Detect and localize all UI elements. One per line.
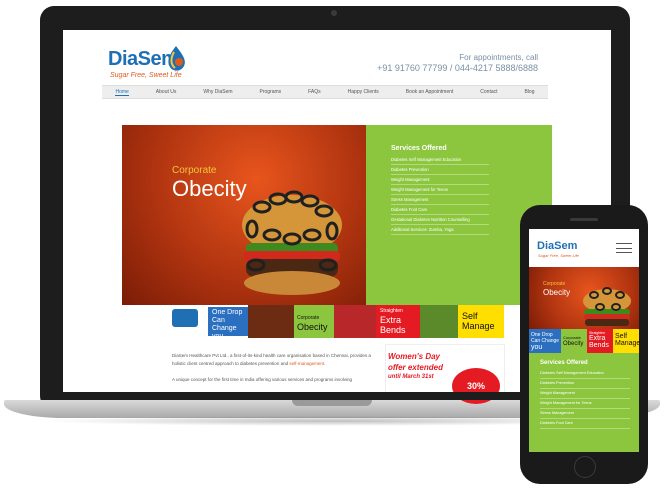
- nav-programs[interactable]: Programs: [260, 89, 282, 95]
- phone-service-item[interactable]: Diabetes Prevention: [540, 379, 630, 389]
- strip-person-image[interactable]: [334, 305, 376, 338]
- promo-line2: offer extended: [388, 363, 443, 372]
- strip-self-manage[interactable]: Self Manage: [458, 305, 504, 338]
- phone-services-list: Diabetes Self Management Education Diabe…: [540, 369, 630, 429]
- phone-speaker: [570, 218, 598, 221]
- main-nav: Home About Us Why DiaSem Programs FAQs H…: [102, 85, 548, 99]
- service-item[interactable]: Stress Management: [391, 195, 489, 205]
- appointment-phone[interactable]: +91 91760 77799 / 044-4217 5888/6888: [300, 63, 538, 73]
- phone-strip-self-manage-text: Self Manage: [615, 333, 640, 347]
- service-item[interactable]: Diabetes Self Management Education: [391, 155, 489, 165]
- strip-plant-image[interactable]: [420, 305, 458, 338]
- strip-corporate-line1: Corporate: [297, 315, 320, 321]
- nav-happy-clients[interactable]: Happy Clients: [348, 89, 379, 95]
- nav-faqs[interactable]: FAQs: [308, 89, 321, 95]
- intro-text: DiaSem Healthcare Pvt Ltd., a first-of-i…: [172, 352, 372, 384]
- phone-strip-extra-bends-line3: Bends: [589, 342, 609, 349]
- service-item[interactable]: Weight Management for Teens: [391, 185, 489, 195]
- strip-one-drop-text: One Drop Can Change you: [212, 309, 248, 341]
- phone-strip-self-manage[interactable]: Self Manage: [613, 329, 640, 353]
- phone-strip-corporate[interactable]: Corporate Obecity: [561, 329, 587, 353]
- phone-strip-self-manage-line1: Self: [615, 333, 628, 340]
- strip-corporate-text: Corporate Obecity: [297, 314, 328, 332]
- promo-line1: Women's Day: [388, 352, 440, 361]
- strip-corporate[interactable]: Corporate Obecity: [294, 305, 334, 338]
- phone-service-item[interactable]: Stress Management: [540, 409, 630, 419]
- laptop-notch: [292, 400, 372, 406]
- phone-strip-one-drop-line3: you: [531, 344, 543, 351]
- strip-extra-bends-text: Straighten Extra Bends: [380, 307, 406, 335]
- phone-service-item[interactable]: Weight Management: [540, 389, 630, 399]
- strip-self-manage-line2: Manage: [462, 321, 495, 331]
- services-title: Services Offered: [391, 145, 447, 152]
- strip-one-drop-line2: Can Change: [212, 317, 237, 332]
- nav-why-diasem[interactable]: Why DiaSem: [203, 89, 232, 95]
- nav-blog[interactable]: Blog: [524, 89, 534, 95]
- self-management-link[interactable]: self-management.: [289, 361, 325, 366]
- phone-strip-extra-bends-line2: Extra: [589, 335, 606, 342]
- phone-banner-line2: Obecity: [543, 288, 571, 297]
- phone-service-item[interactable]: Diabetes Self Management Education: [540, 369, 630, 379]
- phone-strip-one-drop-text: One Drop Can Change you: [531, 332, 559, 351]
- strip-extra-bends[interactable]: Straighten Extra Bends: [376, 305, 420, 338]
- phone-logo-text[interactable]: DiaSem: [537, 240, 577, 252]
- camera-dot: [331, 10, 337, 16]
- banner-line1: Corporate: [172, 165, 217, 176]
- service-item[interactable]: Diabetes Foot Care: [391, 205, 489, 215]
- intro-para2: A unique concept for the first time in I…: [172, 377, 353, 382]
- services-list: Diabetes Self Management Education Diabe…: [391, 155, 489, 235]
- phone-burger-image: [583, 287, 631, 326]
- banner-line2: Obecity: [172, 176, 247, 201]
- nav-home[interactable]: Home: [115, 89, 129, 96]
- burger-chain-image: [242, 190, 342, 295]
- strip-extra-bends-line2: Extra: [380, 315, 402, 325]
- phone-service-item[interactable]: Weight Management for Teens: [540, 399, 630, 409]
- service-item[interactable]: Gestational Diabetes Nutrition Counselli…: [391, 215, 489, 225]
- phone-service-item[interactable]: Diabetes Foot Care: [540, 419, 630, 429]
- phone-tagline: Sugar Free, Sweet Life: [538, 253, 579, 258]
- hamburger-menu-icon[interactable]: [616, 243, 632, 253]
- phone-screen-edge: [529, 452, 639, 454]
- strip-one-drop[interactable]: One Drop Can Change you: [172, 305, 248, 341]
- strip-burger-image[interactable]: [248, 305, 294, 338]
- strip-self-manage-line1: Self: [462, 311, 478, 321]
- logo-drop-icon: [168, 46, 185, 71]
- strip-one-drop-line3: you: [212, 333, 224, 340]
- intro-para1: DiaSem Healthcare Pvt Ltd., a first-of-i…: [172, 353, 371, 366]
- site-tagline: Sugar Free, Sweet Life: [110, 72, 182, 79]
- strip-extra-bends-line3: Bends: [380, 325, 406, 335]
- service-item[interactable]: Diabetes Prevention: [391, 165, 489, 175]
- phone-strip-extra-bends[interactable]: Straighten Extra Bends: [587, 329, 613, 353]
- phone-home-button[interactable]: [574, 456, 596, 478]
- promo-line3: until March 31st: [388, 374, 434, 380]
- phone-banner-line1: Corporate: [543, 281, 566, 287]
- service-item[interactable]: Additional Services: Zumba, Yoga: [391, 225, 489, 235]
- strip-corporate-line2: Obecity: [297, 322, 328, 332]
- phone-services-title: Services Offered: [540, 360, 588, 366]
- strip-extra-bends-line1: Straighten: [380, 308, 403, 314]
- nav-book-appointment[interactable]: Book an Appointment: [406, 89, 454, 95]
- service-item[interactable]: Weight Management: [391, 175, 489, 185]
- appointment-label: For appointments, call: [459, 53, 538, 62]
- nav-about-us[interactable]: About Us: [156, 89, 177, 95]
- phone-strip-extra-bends-text: Straighten Extra Bends: [589, 331, 609, 349]
- strip-one-drop-line1: One Drop: [212, 309, 243, 316]
- phone-strip-corporate-line2: Obecity: [563, 341, 584, 347]
- glucometer-icon: [172, 309, 198, 327]
- phone-strip-corporate-text: Corporate Obecity: [563, 335, 583, 348]
- phone-strip-one-drop[interactable]: One Drop Can Change you: [529, 329, 561, 353]
- strip-self-manage-text: Self Manage: [462, 311, 495, 331]
- nav-contact[interactable]: Contact: [480, 89, 497, 95]
- phone-strip-self-manage-line2: Manage: [615, 340, 641, 347]
